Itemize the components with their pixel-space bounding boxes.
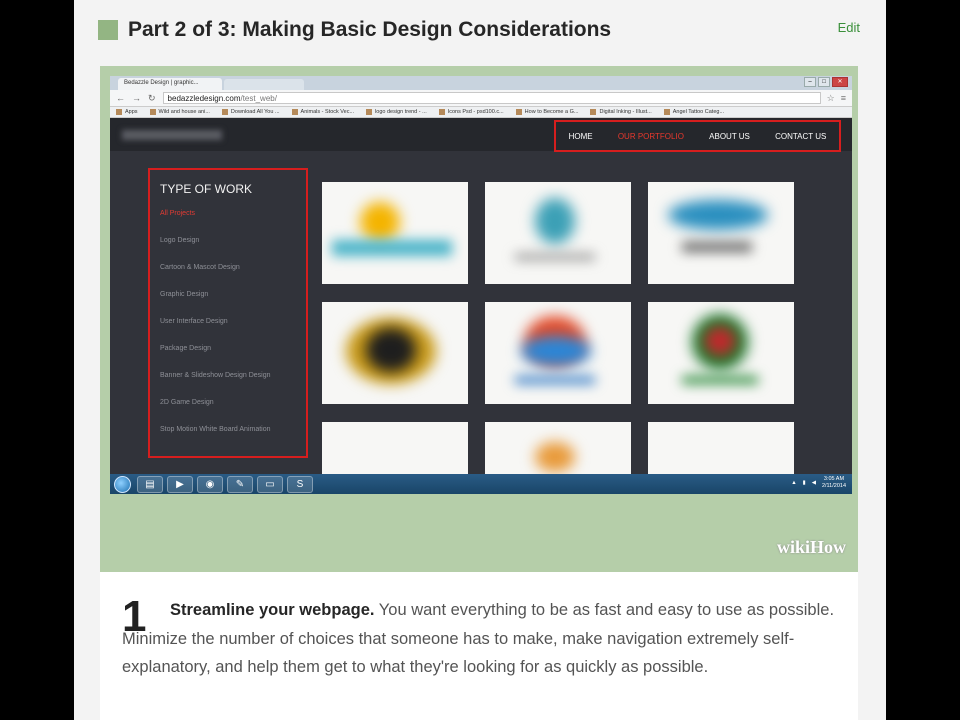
sidebar-item-2d-game[interactable]: 2D Game Design <box>160 399 306 426</box>
pen-app-icon[interactable]: ✎ <box>227 475 253 493</box>
step-heading: Streamline your webpage. <box>170 601 375 619</box>
portfolio-thumbnail[interactable] <box>485 302 631 404</box>
volume-icon[interactable]: ◀ <box>812 480 816 486</box>
tray-arrow-icon[interactable]: ▲ <box>791 480 796 486</box>
article-page: Part 2 of 3: Making Basic Design Conside… <box>74 0 886 720</box>
skype-icon[interactable]: S <box>287 475 313 493</box>
nav-contact-us[interactable]: CONTACT US <box>775 132 826 141</box>
step-card: 1 Streamline your webpage. You want ever… <box>100 572 858 720</box>
media-player-icon[interactable]: ▶ <box>167 475 193 493</box>
sidebar-item-package-design[interactable]: Package Design <box>160 345 306 372</box>
portfolio-thumbnail[interactable] <box>322 302 468 404</box>
browser-screenshot: Bedazzle Design | graphic... – □ ✕ ← → ↻… <box>110 76 852 494</box>
edit-link[interactable]: Edit <box>838 20 860 35</box>
step-text: Streamline your webpage. You want everyt… <box>122 596 842 682</box>
network-icon[interactable]: ▮ <box>803 480 806 486</box>
url-host: bedazzledesign.com <box>167 93 241 103</box>
bookmark[interactable]: Download All You ... <box>222 109 280 115</box>
bookmark[interactable]: Wild and house ani... <box>150 109 210 115</box>
chrome-icon[interactable]: ◉ <box>197 475 223 493</box>
bookmarks-bar: Apps Wild and house ani... Download All … <box>110 107 852 118</box>
bookmark[interactable]: logo design trend - ... <box>366 109 427 115</box>
star-icon[interactable]: ☆ <box>827 93 835 104</box>
bookmark[interactable]: Apps <box>116 109 138 115</box>
bookmark[interactable]: Angel Tattoo Categ... <box>664 109 724 115</box>
sidebar-item-stop-motion[interactable]: Stop Motion White Board Animation <box>160 426 306 453</box>
clock[interactable]: 3:05 AM 2/11/2014 <box>822 476 846 490</box>
part-marker <box>98 20 118 40</box>
browser-tab-strip: Bedazzle Design | graphic... – □ ✕ <box>110 76 852 90</box>
sidebar-item-cartoon-mascot[interactable]: Cartoon & Mascot Design <box>160 264 306 291</box>
explorer-icon[interactable]: ▤ <box>137 475 163 493</box>
wikihow-watermark: wikiHow <box>776 537 846 557</box>
url-path: /test_web/ <box>240 93 277 103</box>
part-header: Part 2 of 3: Making Basic Design Conside… <box>98 18 611 42</box>
system-tray: ▲ ▮ ◀ 3:05 AM 2/11/2014 <box>791 476 846 490</box>
bookmark[interactable]: How to Become a G... <box>516 109 579 115</box>
portfolio-thumbnail[interactable] <box>322 182 468 284</box>
close-icon[interactable]: ✕ <box>832 77 848 87</box>
sidebar-title: TYPE OF WORK <box>160 182 253 196</box>
portfolio-thumbnail[interactable] <box>485 182 631 284</box>
sidebar-item-all-projects[interactable]: All Projects <box>160 210 306 237</box>
windows-taskbar: ▤ ▶ ◉ ✎ ▭ S ▲ ▮ ◀ 3:05 AM 2/11/2014 <box>110 474 852 494</box>
portfolio-site: HOME OUR PORTFOLIO ABOUT US CONTACT US T… <box>110 118 852 482</box>
address-bar-row: ← → ↻ bedazzledesign.com/test_web/ ☆ ≡ <box>110 90 852 107</box>
sidebar-item-banner-slideshow[interactable]: Banner & Slideshow Design Design <box>160 372 306 399</box>
portfolio-thumbnail[interactable] <box>648 182 794 284</box>
forward-icon[interactable]: → <box>132 93 141 103</box>
clock-date: 2/11/2014 <box>821 483 846 489</box>
maximize-icon[interactable]: □ <box>818 77 830 87</box>
folder-icon[interactable]: ▭ <box>257 475 283 493</box>
portfolio-thumbnail[interactable] <box>322 422 468 482</box>
reload-icon[interactable]: ↻ <box>148 93 156 104</box>
sidebar-item-ui-design[interactable]: User Interface Design <box>160 318 306 345</box>
sidebar-item-graphic-design[interactable]: Graphic Design <box>160 291 306 318</box>
bookmark[interactable]: Animals - Stock Vec... <box>292 109 355 115</box>
portfolio-thumbnail[interactable] <box>648 422 794 482</box>
browser-tab[interactable]: Bedazzle Design | graphic... <box>118 78 222 90</box>
portfolio-thumbnail[interactable] <box>485 422 631 482</box>
start-button[interactable] <box>114 475 131 493</box>
back-icon[interactable]: ← <box>116 93 125 103</box>
site-logo[interactable] <box>122 130 222 140</box>
clock-time: 3:05 AM <box>823 476 845 482</box>
nav-about-us[interactable]: ABOUT US <box>709 132 750 141</box>
nav-our-portfolio[interactable]: OUR PORTFOLIO <box>618 132 684 141</box>
bookmark[interactable]: Icons Psd - psd100.c... <box>439 109 504 115</box>
part-title: Part 2 of 3: Making Basic Design Conside… <box>128 18 612 41</box>
site-nav: HOME OUR PORTFOLIO ABOUT US CONTACT US <box>554 120 841 152</box>
minimize-icon[interactable]: – <box>804 77 816 87</box>
menu-icon[interactable]: ≡ <box>841 93 846 103</box>
nav-home[interactable]: HOME <box>569 132 593 141</box>
bookmark[interactable]: Digital Inking - Illust... <box>590 109 651 115</box>
site-header: HOME OUR PORTFOLIO ABOUT US CONTACT US <box>110 118 852 152</box>
step-image: Bedazzle Design | graphic... – □ ✕ ← → ↻… <box>100 66 858 572</box>
work-type-sidebar: TYPE OF WORK All Projects Logo Design Ca… <box>148 168 308 458</box>
portfolio-thumbnail[interactable] <box>648 302 794 404</box>
address-bar[interactable]: bedazzledesign.com/test_web/ <box>162 92 821 104</box>
sidebar-item-logo-design[interactable]: Logo Design <box>160 237 306 264</box>
new-tab[interactable] <box>224 79 304 90</box>
window-controls: – □ ✕ <box>804 77 848 87</box>
